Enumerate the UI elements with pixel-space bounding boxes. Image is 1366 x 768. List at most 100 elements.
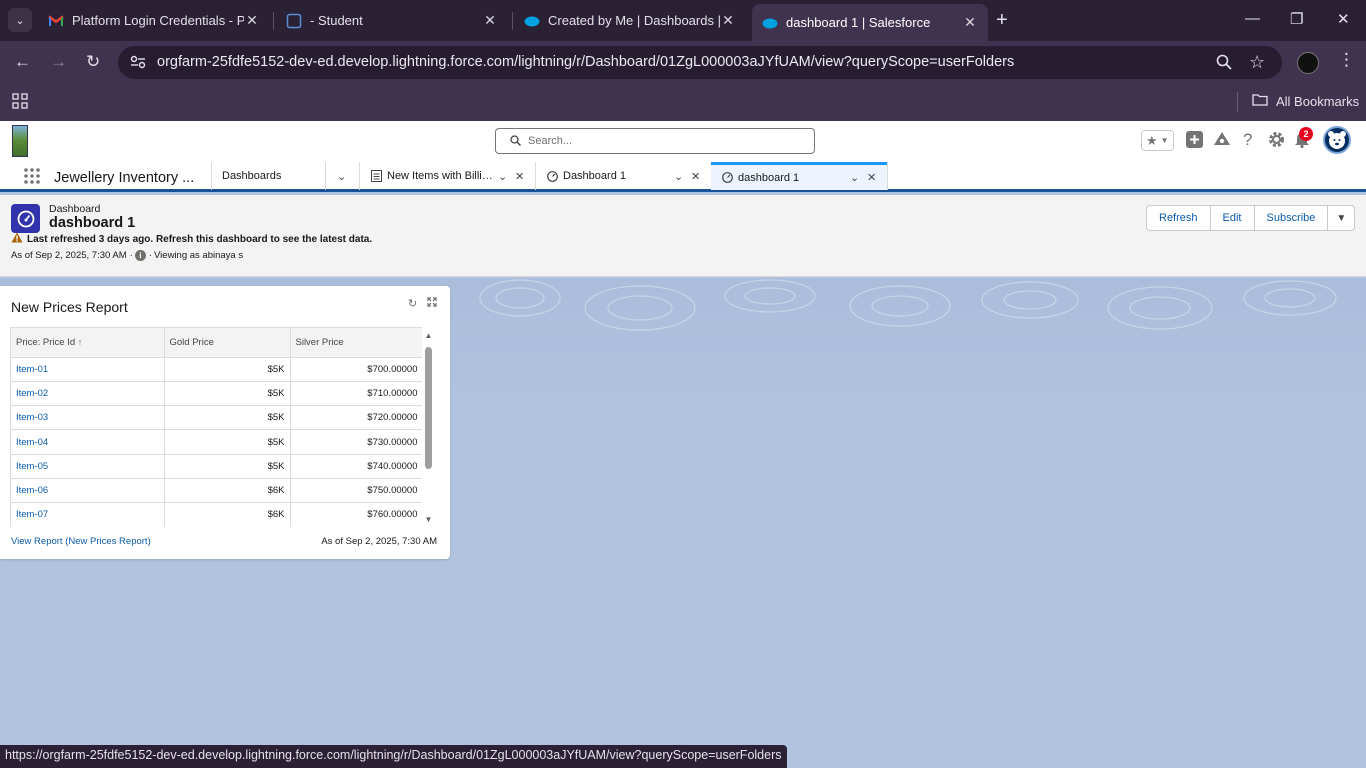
address-bar[interactable]: orgfarm-25fdfe5152-dev-ed.develop.lightn… [118,46,1282,79]
refresh-button[interactable]: Refresh [1146,205,1211,231]
scrollbar-thumb[interactable] [425,347,432,469]
scroll-up-arrow-icon[interactable]: ▲ [424,331,433,340]
close-icon[interactable]: ✕ [482,12,498,29]
workspace-tab-active[interactable]: dashboard 1 ⌄ ✕ [711,162,887,190]
table-row: Item-06 $6K $750.00000 [11,478,422,504]
chevron-down-icon[interactable]: ⌄ [674,170,683,183]
gold-price-cell: $5K [164,357,291,382]
dashboard-object-icon [11,204,40,233]
gold-price-cell: $6K [164,478,291,504]
column-header[interactable]: Price: Price Id ↑ [11,328,165,358]
global-actions-plus-icon[interactable] [1186,131,1203,151]
close-icon[interactable]: ✕ [691,170,700,183]
new-tab-button[interactable]: + [996,10,1008,30]
price-id-link[interactable]: Item-01 [11,357,165,382]
gear-icon[interactable] [1268,131,1285,151]
report-widget: New Prices Report ↻ Price: Price Id ↑ Go… [0,286,450,559]
price-id-link[interactable]: Item-03 [11,405,165,431]
browser-tab-title: Platform Login Credentials - Pre [72,13,244,28]
nav-item-dashboards[interactable]: Dashboards [222,170,281,182]
gold-price-cell: $5K [164,454,291,479]
back-arrow-icon[interactable]: ← [14,53,31,70]
site-settings-icon[interactable] [130,55,146,72]
more-actions-dropdown[interactable]: ▼ [1327,205,1356,231]
window-close-icon[interactable]: ✕ [1337,10,1350,28]
workspace-tab[interactable]: Dashboard 1 ⌄ ✕ [536,162,710,190]
warning-icon [11,232,23,246]
browser-tab[interactable]: - Student ✕ [276,6,508,35]
close-icon[interactable]: ✕ [867,171,876,184]
column-header[interactable]: Silver Price [290,328,422,358]
tab-search-button[interactable]: ⌄ [8,8,32,32]
search-input[interactable] [528,133,798,149]
close-icon[interactable]: ✕ [244,12,260,29]
all-bookmarks-button[interactable]: All Bookmarks [1252,93,1359,109]
zoom-icon[interactable] [1216,54,1232,75]
favorites-star-icon[interactable]: ★ [1146,133,1158,149]
global-search[interactable] [495,128,815,154]
scroll-down-arrow-icon[interactable]: ▼ [424,515,433,524]
widget-title: New Prices Report [11,299,128,315]
price-id-link[interactable]: Item-07 [11,502,165,527]
header-button-group: Refresh Edit Subscribe ▼ [1146,205,1356,231]
search-icon [510,135,521,149]
close-icon[interactable]: ✕ [515,170,524,183]
chevron-down-icon[interactable]: ▼ [1161,136,1169,145]
column-header[interactable]: Gold Price [164,328,291,358]
more-menu-icon[interactable]: ⋮ [1338,51,1355,68]
profile-avatar[interactable] [1297,52,1319,74]
widget-as-of-timestamp: As of Sep 2, 2025, 7:30 AM [321,536,437,547]
browser-tab-active[interactable]: dashboard 1 | Salesforce ✕ [752,4,988,41]
edit-button[interactable]: Edit [1209,205,1255,231]
info-icon[interactable]: i [134,250,146,261]
org-logo[interactable] [12,125,28,157]
browser-tab[interactable]: Platform Login Credentials - Pre ✕ [38,6,270,35]
chevron-down-icon[interactable]: ⌄ [337,170,346,183]
chevron-down-icon: ▼ [1336,212,1347,224]
price-id-link[interactable]: Item-05 [11,454,165,479]
subscribe-button[interactable]: Subscribe [1253,205,1329,231]
table-scrollbar[interactable]: ▲ ▼ [424,331,433,525]
notification-count-badge: 2 [1299,127,1313,141]
chevron-down-icon[interactable]: ⌄ [498,170,507,183]
table-row: Item-04 $5K $730.00000 [11,429,422,455]
apps-grid-icon[interactable] [12,93,28,112]
report-icon [370,170,382,182]
minimize-icon[interactable]: — [1245,10,1260,27]
view-report-link[interactable]: View Report (New Prices Report) [11,536,151,547]
price-id-link[interactable]: Item-06 [11,478,165,504]
refresh-widget-icon[interactable]: ↻ [408,297,417,310]
salesforce-cloud-icon [762,15,778,31]
expand-icon[interactable] [427,297,437,310]
forward-arrow-icon[interactable]: → [50,53,67,70]
restore-icon[interactable]: ❐ [1290,10,1303,28]
close-icon[interactable]: ✕ [720,12,736,29]
silver-price-cell: $740.00000 [290,454,422,479]
gold-price-cell: $5K [164,405,291,431]
app-launcher-icon[interactable] [24,168,40,187]
browser-tab[interactable]: Created by Me | Dashboards | S ✕ [514,6,746,35]
table-row: Item-02 $5K $710.00000 [11,381,422,407]
silver-price-cell: $710.00000 [290,381,422,407]
salesforce-cloud-icon [524,13,540,29]
chevron-down-icon[interactable]: ⌄ [850,171,859,184]
app-name: Jewellery Inventory ... [54,170,195,186]
salesforce-app-nav: Jewellery Inventory ... Dashboards ⌄ New… [0,162,1366,192]
price-id-link[interactable]: Item-04 [11,429,165,455]
tab-divider [512,12,513,30]
browser-toolbar: ← → ↻ orgfarm-25fdfe5152-dev-ed.develop.… [0,41,1366,84]
dashboard-icon [721,172,733,184]
trailhead-guidance-icon[interactable] [1213,131,1231,151]
bookmark-star-icon[interactable]: ☆ [1249,52,1265,73]
nav-divider [325,162,326,190]
close-icon[interactable]: ✕ [962,14,978,31]
workspace-tab[interactable]: New Items with Billin... ⌄ ✕ [360,162,534,190]
help-icon[interactable]: ? [1243,130,1252,150]
reload-icon[interactable]: ↻ [86,53,100,70]
favorites-button[interactable]: ★ ▼ [1141,130,1174,151]
user-avatar[interactable] [1323,126,1351,154]
price-id-link[interactable]: Item-02 [11,381,165,407]
workspace-tab-label: Dashboard 1 [563,170,626,182]
refresh-warning: Last refreshed 3 days ago. Refresh this … [11,232,372,246]
gold-price-cell: $5K [164,429,291,455]
